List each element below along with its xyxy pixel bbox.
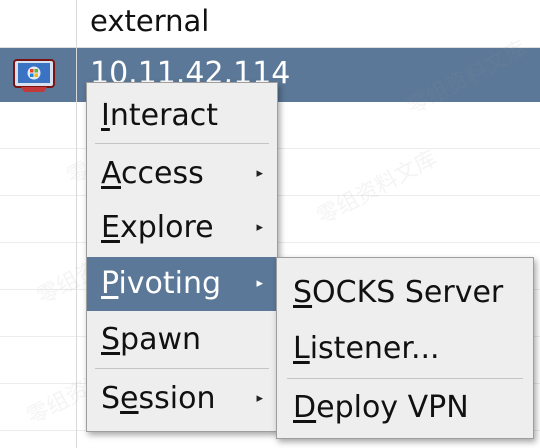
- menu-item-label: istener...: [309, 331, 440, 366]
- menu-item-pivoting[interactable]: Pivoting ▸: [87, 257, 277, 311]
- mnemonic: L: [293, 331, 310, 366]
- menu-item-spawn[interactable]: Spawn: [87, 313, 277, 367]
- submenu-arrow-icon: ▸: [256, 220, 263, 235]
- mnemonic: S: [293, 275, 313, 310]
- menu-separator: [95, 143, 269, 144]
- menu-item-interact[interactable]: Interact: [87, 89, 277, 143]
- submenu-arrow-icon: ▸: [256, 276, 263, 291]
- mnemonic: S: [101, 322, 121, 357]
- menu-item-session[interactable]: Session ▸: [87, 372, 277, 426]
- menu-item-label: S: [101, 381, 121, 416]
- menu-item-label: eploy VPN: [316, 390, 469, 425]
- mnemonic: I: [101, 98, 110, 133]
- mnemonic: e: [120, 381, 139, 416]
- pivoting-submenu: SOCKS Server Listener... Deploy VPN: [276, 257, 534, 439]
- menu-item-socks-server[interactable]: SOCKS Server: [277, 266, 533, 320]
- submenu-arrow-icon: ▸: [256, 391, 263, 406]
- mnemonic: A: [101, 156, 121, 191]
- mnemonic: E: [101, 210, 120, 245]
- menu-item-label: nteract: [109, 98, 219, 133]
- mnemonic: D: [293, 390, 317, 425]
- menu-item-deploy-vpn[interactable]: Deploy VPN: [277, 381, 533, 435]
- mnemonic: P: [101, 266, 119, 301]
- table-row[interactable]: external: [0, 0, 540, 48]
- host-address: external: [90, 4, 210, 38]
- column-divider: [76, 0, 77, 448]
- menu-item-label: OCKS Server: [312, 275, 504, 310]
- menu-item-explore[interactable]: Explore ▸: [87, 201, 277, 255]
- menu-item-label: xplore: [119, 210, 214, 245]
- menu-item-access[interactable]: Access ▸: [87, 147, 277, 201]
- windows-host-icon: [13, 59, 55, 92]
- submenu-arrow-icon: ▸: [256, 166, 263, 181]
- menu-item-label: ivoting: [118, 266, 222, 301]
- context-menu: Interact Access ▸ Explore ▸ Pivoting ▸ S…: [86, 82, 278, 432]
- menu-item-label: pawn: [120, 322, 202, 357]
- menu-separator: [95, 368, 269, 369]
- menu-item-label: ccess: [121, 156, 204, 191]
- menu-item-label: ssion: [138, 381, 216, 416]
- menu-item-listener[interactable]: Listener...: [277, 322, 533, 376]
- menu-separator: [287, 378, 523, 379]
